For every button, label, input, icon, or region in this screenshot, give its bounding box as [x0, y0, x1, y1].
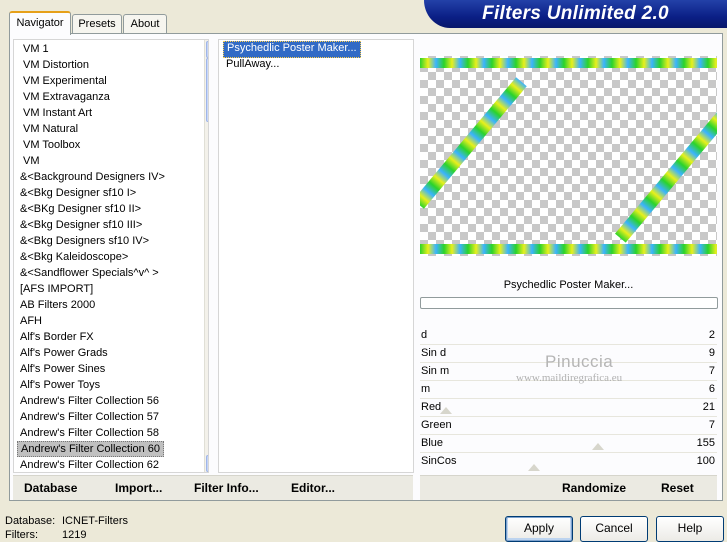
category-item[interactable]: VM 1: [20, 41, 52, 57]
apply-button[interactable]: Apply: [505, 516, 573, 542]
param-sincos[interactable]: SinCos 100: [420, 453, 717, 471]
category-item[interactable]: VM Toolbox: [20, 137, 83, 153]
preview-image: [420, 56, 717, 256]
category-item[interactable]: VM: [20, 153, 43, 169]
slider-thumb-blue[interactable]: [592, 443, 604, 450]
filter-info-button[interactable]: Filter Info...: [194, 481, 259, 495]
slider-thumb-sincos[interactable]: [528, 464, 540, 471]
category-item[interactable]: VM Distortion: [20, 57, 92, 73]
filter-title: Psychedlic Poster Maker...: [503, 279, 634, 291]
category-item[interactable]: &<Sandflower Specials^v^ >: [17, 265, 162, 281]
filters-value: 1219: [62, 529, 87, 541]
category-item[interactable]: AB Filters 2000: [17, 297, 98, 313]
category-item[interactable]: &<Bkg Kaleidoscope>: [17, 249, 131, 265]
category-item[interactable]: AFH: [17, 313, 45, 329]
cancel-button[interactable]: Cancel: [580, 516, 648, 542]
help-button[interactable]: Help: [656, 516, 724, 542]
import-button[interactable]: Import...: [115, 481, 162, 495]
category-item[interactable]: Alf's Power Grads: [17, 345, 111, 361]
tab-about[interactable]: About: [123, 14, 167, 33]
category-item[interactable]: VM Extravaganza: [20, 89, 113, 105]
app-title: Filters Unlimited 2.0: [482, 3, 669, 24]
category-item[interactable]: Andrew's Filter Collection 62: [17, 457, 162, 472]
category-list[interactable]: VM 1 VM Distortion VM Experimental VM Extra…: [13, 39, 209, 473]
filter-list[interactable]: Psychedlic Poster Maker... PullAway...: [218, 39, 414, 473]
watermark-name: Pinuccia: [545, 352, 614, 371]
param-d[interactable]: d 2: [420, 327, 717, 345]
param-red[interactable]: Red 21: [420, 399, 717, 417]
category-item[interactable]: &<Background Designers IV>: [17, 169, 168, 185]
tab-navigator[interactable]: Navigator: [9, 11, 71, 35]
watermark-url: www.maildiregrafica.eu: [516, 372, 623, 384]
scroll-thumb[interactable]: [206, 58, 208, 122]
param-green[interactable]: Green 7: [420, 417, 717, 435]
filter-item-psychedlic-poster-maker[interactable]: Psychedlic Poster Maker...: [223, 41, 361, 58]
randomize-button[interactable]: Randomize: [562, 481, 626, 495]
category-item[interactable]: Andrew's Filter Collection 56: [17, 393, 162, 409]
database-label: Database:: [5, 515, 56, 527]
category-item[interactable]: &<BKg Designer sf10 II>: [17, 201, 144, 217]
category-item[interactable]: [AFS IMPORT]: [17, 281, 96, 297]
category-item[interactable]: &<Bkg Designers sf10 IV>: [17, 233, 152, 249]
reset-button[interactable]: Reset: [661, 481, 694, 495]
category-scrollbar[interactable]: ▲ ▼: [204, 40, 208, 472]
category-item[interactable]: VM Natural: [20, 121, 81, 137]
category-item[interactable]: Andrew's Filter Collection 60: [17, 441, 165, 457]
scroll-down-icon[interactable]: ▼: [206, 455, 208, 472]
database-button[interactable]: Database: [24, 481, 77, 495]
category-item[interactable]: &<Bkg Designer sf10 III>: [17, 217, 145, 233]
filters-label: Filters:: [5, 529, 38, 541]
progress-bar: [420, 297, 718, 309]
title-banner: Filters Unlimited 2.0: [424, 0, 727, 28]
category-item[interactable]: Andrew's Filter Collection 57: [17, 409, 162, 425]
category-item[interactable]: Alf's Power Sines: [17, 361, 108, 377]
category-item[interactable]: Alf's Border FX: [17, 329, 97, 345]
parameter-sliders: d 2 Sin d 9 Sin m 7 m 6 Red 21 Green 7 B…: [420, 327, 717, 471]
category-item[interactable]: Andrew's Filter Collection 58: [17, 425, 162, 441]
database-value: ICNET-Filters: [62, 515, 128, 527]
category-item[interactable]: VM Instant Art: [20, 105, 95, 121]
category-item[interactable]: VM Experimental: [20, 73, 110, 89]
filter-item-pullaway[interactable]: PullAway...: [223, 57, 282, 72]
left-toolbar: Database Import... Filter Info... Editor…: [13, 475, 413, 500]
category-item[interactable]: &<Bkg Designer sf10 I>: [17, 185, 139, 201]
editor-button[interactable]: Editor...: [291, 481, 335, 495]
scroll-up-icon[interactable]: ▲: [206, 41, 208, 58]
slider-thumb-red[interactable]: [440, 407, 452, 414]
param-blue[interactable]: Blue 155: [420, 435, 717, 453]
tab-presets[interactable]: Presets: [72, 14, 122, 33]
category-item[interactable]: Alf's Power Toys: [17, 377, 103, 393]
right-toolbar: Randomize Reset: [420, 475, 717, 500]
